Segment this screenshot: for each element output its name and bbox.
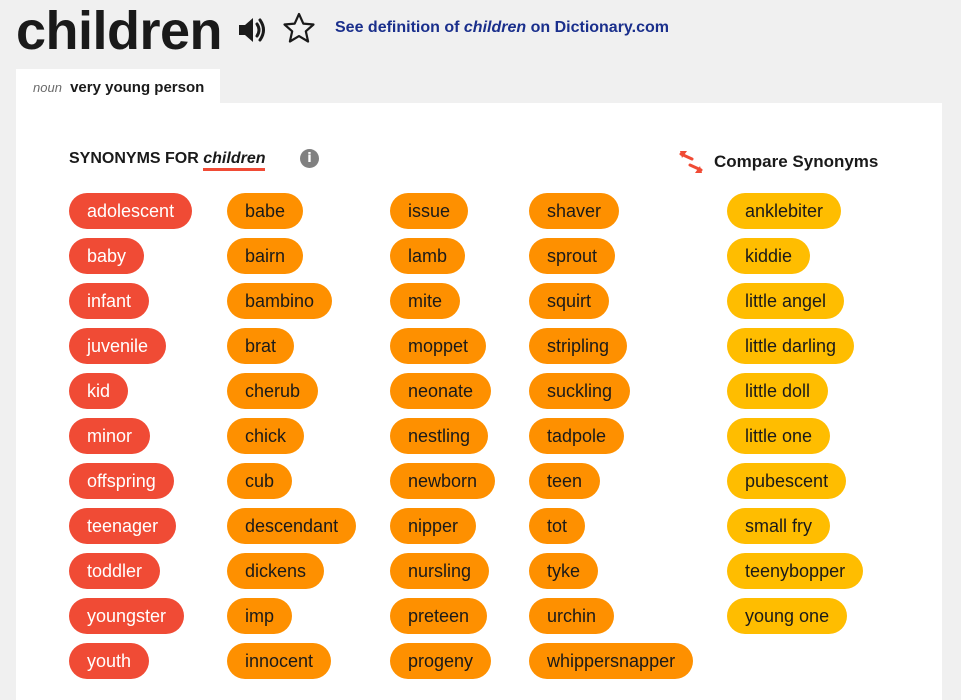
- synonym-pill[interactable]: teenager: [69, 508, 177, 544]
- synonym-pill[interactable]: babe: [227, 193, 304, 229]
- synonym-pill[interactable]: toddler: [69, 553, 161, 589]
- synonym-pill[interactable]: descendant: [227, 508, 357, 544]
- dictionary-link-word: children: [463, 19, 527, 36]
- synonym-pill[interactable]: small fry: [727, 508, 830, 544]
- synonym-pill[interactable]: urchin: [529, 598, 615, 634]
- synonym-column-2: babe bairn bambino brat cherub chick cub descen…: [227, 193, 357, 688]
- compare-synonyms-link[interactable]: Compare Synonyms: [714, 152, 878, 172]
- synonym-pill[interactable]: tot: [529, 508, 586, 544]
- synonyms-heading-word: children: [203, 150, 266, 171]
- synonym-pill[interactable]: cherub: [227, 373, 319, 409]
- synonym-pill[interactable]: squirt: [529, 283, 610, 319]
- synonym-pill[interactable]: little angel: [727, 283, 845, 319]
- synonym-pill[interactable]: preteen: [390, 598, 488, 634]
- synonym-pill[interactable]: kid: [69, 373, 129, 409]
- synonym-pill[interactable]: adolescent: [69, 193, 193, 229]
- synonym-pill[interactable]: little doll: [727, 373, 829, 409]
- synonym-pill[interactable]: juvenile: [69, 328, 167, 364]
- synonym-pill[interactable]: minor: [69, 418, 151, 454]
- synonym-pill[interactable]: offspring: [69, 463, 174, 499]
- synonym-pill[interactable]: moppet: [390, 328, 487, 364]
- synonyms-heading: SYNONYMS FOR children: [69, 150, 266, 171]
- synonym-pill[interactable]: young one: [727, 598, 848, 634]
- synonym-column-1: adolescent baby infant juvenile kid minor offs…: [69, 193, 193, 688]
- synonym-pill[interactable]: bairn: [227, 238, 304, 274]
- synonym-pill[interactable]: stripling: [529, 328, 628, 364]
- synonym-pill[interactable]: bambino: [227, 283, 333, 319]
- compare-arrows-icon[interactable]: [678, 150, 704, 174]
- synonym-pill[interactable]: anklebiter: [727, 193, 842, 229]
- synonym-pill[interactable]: imp: [227, 598, 293, 634]
- synonym-pill[interactable]: nursling: [390, 553, 490, 589]
- synonym-pill[interactable]: cub: [227, 463, 293, 499]
- info-icon[interactable]: i: [300, 149, 319, 168]
- synonym-pill[interactable]: chick: [227, 418, 305, 454]
- synonym-pill[interactable]: progeny: [390, 643, 492, 679]
- sense-tab[interactable]: noun very young person: [16, 69, 220, 105]
- synonym-pill[interactable]: neonate: [390, 373, 492, 409]
- headword: children: [16, 1, 223, 61]
- synonym-pill[interactable]: sprout: [529, 238, 616, 274]
- synonym-column-3: issue lamb mite moppet neonate nestling newbor…: [390, 193, 496, 688]
- star-icon[interactable]: [282, 11, 316, 45]
- synonym-pill[interactable]: nipper: [390, 508, 477, 544]
- synonym-pill[interactable]: kiddie: [727, 238, 811, 274]
- synonym-pill[interactable]: lamb: [390, 238, 466, 274]
- synonym-pill[interactable]: pubescent: [727, 463, 847, 499]
- synonym-pill[interactable]: shaver: [529, 193, 620, 229]
- synonym-pill[interactable]: dickens: [227, 553, 325, 589]
- synonym-pill[interactable]: innocent: [227, 643, 332, 679]
- sense-part-of-speech: noun: [33, 80, 62, 95]
- synonym-pill[interactable]: teenybopper: [727, 553, 864, 589]
- dictionary-link-suffix: on Dictionary.com: [530, 19, 669, 36]
- synonym-column-4: shaver sprout squirt stripling suckling tadpo…: [529, 193, 694, 688]
- synonym-pill[interactable]: nestling: [390, 418, 489, 454]
- synonym-pill[interactable]: tyke: [529, 553, 599, 589]
- synonym-pill[interactable]: issue: [390, 193, 469, 229]
- synonym-pill[interactable]: youth: [69, 643, 150, 679]
- synonym-pill[interactable]: mite: [390, 283, 461, 319]
- dictionary-link-prefix: See definition of: [335, 19, 460, 36]
- synonym-pill[interactable]: infant: [69, 283, 150, 319]
- speaker-icon[interactable]: [236, 14, 268, 46]
- synonym-pill[interactable]: tadpole: [529, 418, 625, 454]
- synonym-pill[interactable]: brat: [227, 328, 295, 364]
- synonym-pill[interactable]: baby: [69, 238, 145, 274]
- synonym-pill[interactable]: whippersnapper: [529, 643, 694, 679]
- synonym-pill[interactable]: little one: [727, 418, 831, 454]
- synonym-pill[interactable]: youngster: [69, 598, 185, 634]
- synonym-pill[interactable]: suckling: [529, 373, 631, 409]
- dictionary-definition-link[interactable]: See definition of children on Dictionary…: [335, 19, 669, 37]
- synonym-column-5: anklebiter kiddie little angel little darli…: [727, 193, 864, 643]
- synonym-pill[interactable]: teen: [529, 463, 601, 499]
- synonym-pill[interactable]: little darling: [727, 328, 855, 364]
- synonym-pill[interactable]: newborn: [390, 463, 496, 499]
- synonyms-heading-label: SYNONYMS FOR: [69, 150, 199, 167]
- sense-definition: very young person: [70, 79, 205, 96]
